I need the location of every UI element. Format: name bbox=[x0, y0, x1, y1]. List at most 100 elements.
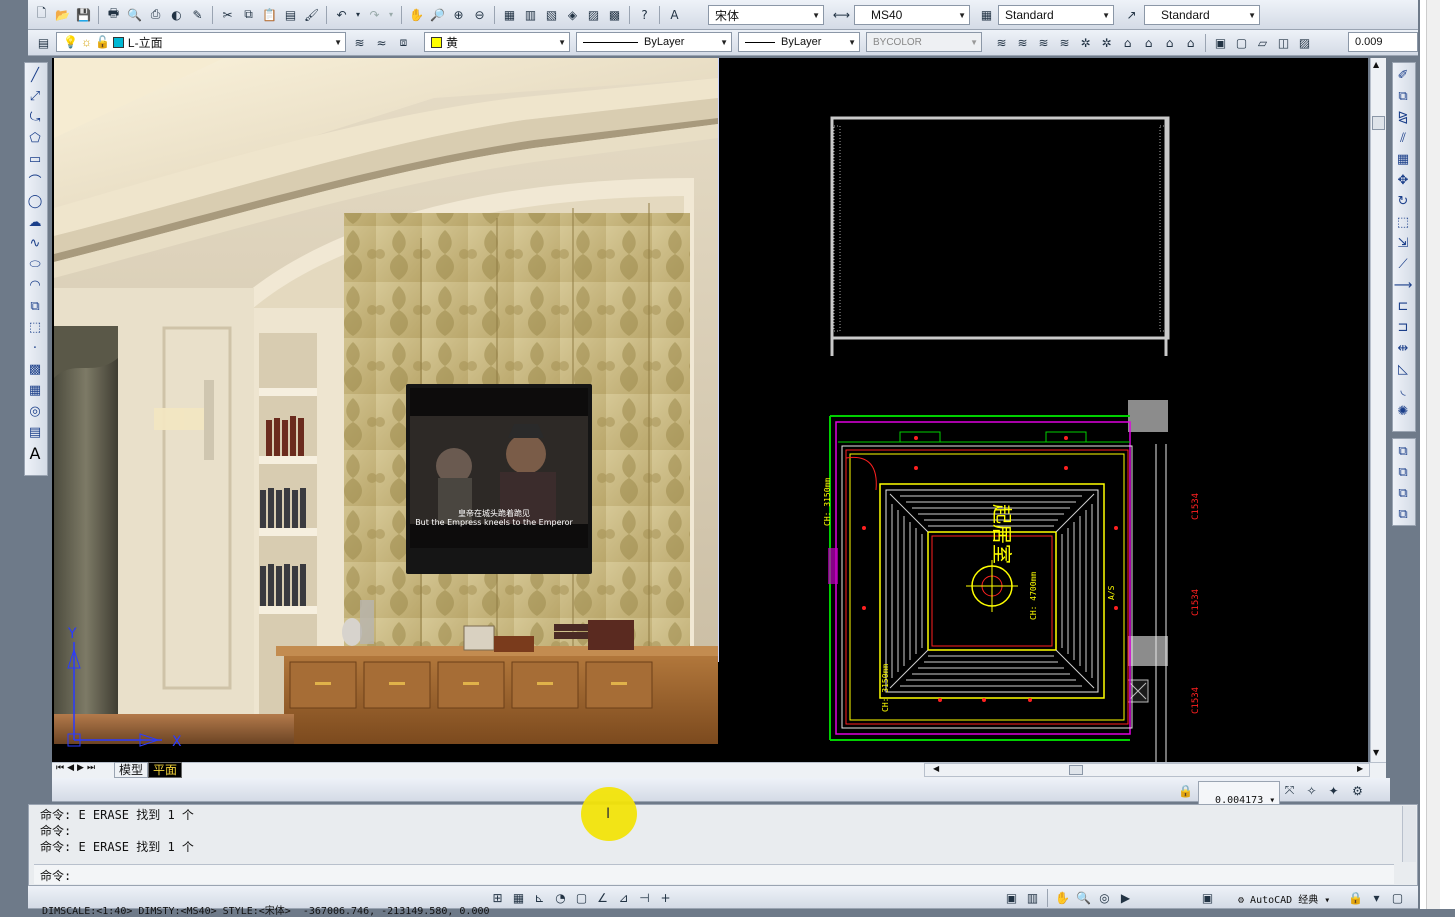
layer-states-icon[interactable]: ⧈ bbox=[394, 33, 413, 52]
zoom-status-icon[interactable]: 🔍 bbox=[1074, 888, 1093, 907]
table-style-icon[interactable]: ▦ bbox=[977, 5, 996, 24]
ortho-icon[interactable]: ⊾ bbox=[530, 888, 549, 907]
layer-merge-icon[interactable]: ⌂ bbox=[1181, 33, 1200, 52]
chamfer-icon[interactable]: ◺ bbox=[1393, 360, 1413, 379]
snap-icon[interactable]: ⊞ bbox=[488, 888, 507, 907]
line-icon[interactable]: ╱ bbox=[25, 66, 45, 85]
bring-above-icon[interactable]: ⧉ bbox=[1393, 484, 1413, 503]
make-block-icon[interactable]: ⬚ bbox=[25, 318, 45, 337]
paste-special-icon[interactable]: ▤ bbox=[281, 5, 300, 24]
stretch-icon[interactable]: ⇲ bbox=[1393, 234, 1413, 253]
undo-icon[interactable]: ↶ bbox=[332, 5, 351, 24]
cad-drawing-canvas[interactable]: 起居室 CH: 4700mm CH: 3150mm CH: 3150mm C15… bbox=[720, 58, 1368, 762]
array-icon[interactable]: ▦ bbox=[1393, 150, 1413, 169]
layer-unlock-tool-icon[interactable]: ⌂ bbox=[1139, 33, 1158, 52]
layer-freeze-icon[interactable]: ✲ bbox=[1076, 33, 1095, 52]
toolbar-lock-icon[interactable]: 🔒 bbox=[1346, 888, 1365, 907]
layer-lock-tool-icon[interactable]: ⌂ bbox=[1118, 33, 1137, 52]
horizontal-scrollbar[interactable]: ◀ ▶ bbox=[924, 763, 1370, 777]
annotation-scale-icon[interactable]: ⤧ bbox=[1280, 781, 1299, 800]
layer-walk-icon[interactable]: ⌂ bbox=[1160, 33, 1179, 52]
offset-icon[interactable]: ⫽ bbox=[1393, 129, 1413, 148]
join-icon[interactable]: ⇹ bbox=[1393, 339, 1413, 358]
desktop-edge-scrollbar[interactable] bbox=[1426, 0, 1440, 909]
layer-select[interactable]: 💡 ☼ 🔓 L-立面 ▼ bbox=[56, 32, 346, 52]
layer-manager-icon[interactable]: ▤ bbox=[34, 33, 53, 52]
arc-icon[interactable]: ⌒ bbox=[25, 171, 45, 190]
undo-dropdown-icon[interactable]: ▾ bbox=[353, 5, 363, 24]
explode-icon[interactable]: ✺ bbox=[1393, 402, 1413, 421]
hatch-icon[interactable]: ▩ bbox=[25, 360, 45, 379]
auto-scale-icon[interactable]: ✦ bbox=[1324, 781, 1343, 800]
plot-icon[interactable]: 🖶 bbox=[104, 5, 123, 24]
zoom-realtime-icon[interactable]: 🔎 bbox=[428, 5, 447, 24]
layer-unisolate-icon[interactable]: ≋ bbox=[1013, 33, 1032, 52]
polyline-icon[interactable]: ⤿ bbox=[25, 108, 45, 127]
layer-isolate-icon[interactable]: ≋ bbox=[992, 33, 1011, 52]
viewport-polygonal-icon[interactable]: ▱ bbox=[1253, 33, 1272, 52]
erase-icon[interactable]: ✐ bbox=[1393, 66, 1413, 85]
redo-dropdown-icon[interactable]: ▾ bbox=[386, 5, 396, 24]
publish-icon[interactable]: ⎙ bbox=[146, 5, 165, 24]
bring-to-front-icon[interactable]: ⧉ bbox=[1393, 442, 1413, 461]
spline-icon[interactable]: ∿ bbox=[25, 234, 45, 253]
dyn-icon[interactable]: ⊣ bbox=[635, 888, 654, 907]
sheet-set-icon[interactable]: ◈ bbox=[563, 5, 582, 24]
scroll-up-icon[interactable]: ▲ bbox=[1373, 60, 1379, 69]
send-under-icon[interactable]: ⧉ bbox=[1393, 505, 1413, 524]
region-icon[interactable]: ◎ bbox=[25, 402, 45, 421]
design-center-icon[interactable]: ▥ bbox=[521, 5, 540, 24]
save-icon[interactable]: 💾 bbox=[74, 5, 93, 24]
lineweight-select[interactable]: ByLayer ▼ bbox=[738, 32, 860, 52]
steering-wheel-icon[interactable]: ◎ bbox=[1095, 888, 1114, 907]
viewport-convert-icon[interactable]: ◫ bbox=[1274, 33, 1293, 52]
gradient-icon[interactable]: ▦ bbox=[25, 381, 45, 400]
layer-on-icon[interactable]: ≋ bbox=[1055, 33, 1074, 52]
workspace-switch-icon[interactable]: ⚙ bbox=[1348, 781, 1367, 800]
lwt-icon[interactable]: + bbox=[656, 888, 675, 907]
scroll-down-icon[interactable]: ▼ bbox=[1373, 748, 1379, 757]
ducs-icon[interactable]: ⊿ bbox=[614, 888, 633, 907]
polar-icon[interactable]: ◔ bbox=[551, 888, 570, 907]
rectangle-icon[interactable]: ▭ bbox=[25, 150, 45, 169]
copy-icon[interactable]: ⧉ bbox=[239, 5, 258, 24]
maximize-viewport-icon[interactable]: ▣ bbox=[1198, 888, 1217, 907]
pen-icon[interactable]: ✎ bbox=[188, 5, 207, 24]
mirror-icon[interactable]: ⧎ bbox=[1393, 108, 1413, 127]
quickcalc-icon[interactable]: ▩ bbox=[605, 5, 624, 24]
annotation-visibility-icon[interactable]: ✧ bbox=[1302, 781, 1321, 800]
scale-icon[interactable]: ⬚ bbox=[1393, 213, 1413, 232]
multileader-style-select[interactable]: Standard ▼ bbox=[1144, 5, 1260, 25]
circle-icon[interactable]: ◯ bbox=[25, 192, 45, 211]
insert-block-icon[interactable]: ⧉ bbox=[25, 297, 45, 316]
rotate-icon[interactable]: ↻ bbox=[1393, 192, 1413, 211]
plot-preview-icon[interactable]: 🔍 bbox=[125, 5, 144, 24]
send-to-back-icon[interactable]: ⧉ bbox=[1393, 463, 1413, 482]
match-properties-icon[interactable]: 🖌 bbox=[302, 5, 321, 24]
make-current-layer-icon[interactable]: ≋ bbox=[350, 33, 369, 52]
copy-object-icon[interactable]: ⧉ bbox=[1393, 87, 1413, 106]
construction-line-icon[interactable]: ⤢ bbox=[25, 87, 45, 106]
ellipse-icon[interactable]: ⬭ bbox=[25, 255, 45, 274]
layer-previous-icon[interactable]: ≈ bbox=[372, 33, 391, 52]
viewport-clip-icon[interactable]: ▨ bbox=[1295, 33, 1314, 52]
color-select[interactable]: 黄 ▼ bbox=[424, 32, 570, 52]
scroll-right-icon[interactable]: ▶ bbox=[1357, 764, 1363, 773]
status-menu-icon[interactable]: ▾ bbox=[1367, 888, 1386, 907]
text-style-select[interactable]: 宋体 ▼ bbox=[708, 5, 824, 25]
revision-cloud-icon[interactable]: ☁ bbox=[25, 213, 45, 232]
multiline-text-icon[interactable]: A bbox=[25, 444, 45, 463]
tool-palettes-icon[interactable]: ▧ bbox=[542, 5, 561, 24]
tab-layout[interactable]: 模型 bbox=[114, 762, 149, 778]
dim-style-select[interactable]: MS40 ▼ bbox=[854, 5, 970, 25]
model-space-icon[interactable]: ▣ bbox=[1002, 888, 1021, 907]
zoom-window-icon[interactable]: ⊕ bbox=[449, 5, 468, 24]
help-icon[interactable]: ? bbox=[635, 5, 654, 24]
properties-icon[interactable]: ▦ bbox=[500, 5, 519, 24]
linetype-select[interactable]: ByLayer ▼ bbox=[576, 32, 732, 52]
command-scrollbar[interactable] bbox=[1402, 806, 1416, 862]
break-icon[interactable]: ⊐ bbox=[1393, 318, 1413, 337]
layout-space-icon[interactable]: ▥ bbox=[1023, 888, 1042, 907]
3d-dwf-icon[interactable]: ◐ bbox=[167, 5, 186, 24]
otrack-icon[interactable]: ∠ bbox=[593, 888, 612, 907]
